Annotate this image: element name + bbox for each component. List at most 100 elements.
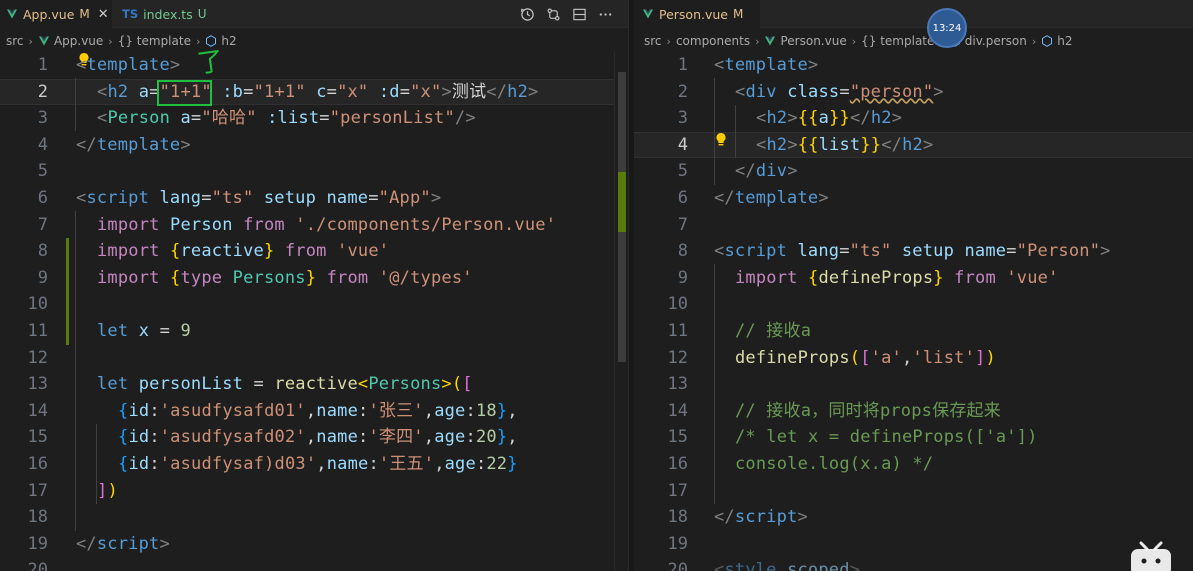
code-line: <style scoped> xyxy=(714,560,861,571)
vue-icon xyxy=(38,35,50,47)
code-line: <template> xyxy=(714,55,819,75)
line-number: 15 xyxy=(667,427,688,448)
line-number: 20 xyxy=(667,560,688,571)
indent-guide xyxy=(714,264,715,504)
code-line: </div> xyxy=(735,161,798,182)
breadcrumb-item[interactable]: h2 xyxy=(1057,34,1072,48)
breadcrumb-item[interactable]: components xyxy=(676,34,750,48)
tab-modified-badge: M xyxy=(733,7,744,21)
breadcrumb-item[interactable]: {} template xyxy=(861,34,934,48)
tab-index-ts[interactable]: TS index.ts U xyxy=(116,0,228,28)
left-editor-pane: App.vue M ✕ TS index.ts U src › App.vue … xyxy=(0,0,628,571)
line-number: 17 xyxy=(667,480,688,501)
close-icon[interactable]: ✕ xyxy=(98,7,109,22)
line-number: 18 xyxy=(667,507,688,528)
git-change-marker xyxy=(66,238,69,345)
tab-app-vue[interactable]: App.vue M ✕ xyxy=(0,0,112,28)
code-line: console.log(x.a) */ xyxy=(735,454,934,474)
code-line: /* let x = defineProps(['a']) xyxy=(735,427,1038,448)
breadcrumb-item[interactable]: Person.vue xyxy=(780,34,846,48)
breadcrumb-item[interactable]: div.person xyxy=(965,34,1027,48)
code-line: <div class="person"> xyxy=(735,81,944,102)
code-line: </script> xyxy=(714,507,808,528)
more-actions-icon[interactable] xyxy=(592,0,618,28)
code-line: </script> xyxy=(76,533,170,554)
line-number: 2 xyxy=(37,81,48,102)
line-number: 17 xyxy=(27,480,48,501)
line-number: 16 xyxy=(667,454,688,474)
timeline-icon[interactable] xyxy=(514,0,540,28)
line-number: 2 xyxy=(677,81,688,102)
line-number: 6 xyxy=(677,188,688,208)
code-editor-right[interactable]: 1 2 3 4 5 6 7 8 9 10 11 12 13 14 15 16 1… xyxy=(634,52,1193,571)
indent-guide xyxy=(735,105,736,158)
lightbulb-icon[interactable] xyxy=(714,132,728,148)
line-number: 19 xyxy=(27,533,48,554)
breadcrumb: src › components › Person.vue › {} templ… xyxy=(634,30,1193,52)
code-line: <script lang="ts" setup name="App"> xyxy=(76,188,442,208)
ts-icon: TS xyxy=(122,7,139,21)
code-line: <template> xyxy=(76,55,181,75)
line-number: 12 xyxy=(667,347,688,368)
vue-icon xyxy=(643,9,653,19)
indent-guide xyxy=(75,211,76,531)
line-number: 12 xyxy=(27,347,48,368)
code-line: <h2>{{list}}</h2> xyxy=(756,134,934,155)
vue-icon xyxy=(764,35,776,47)
code-line: {id:'asudfysaf)d03',name:'王五',age:22} xyxy=(118,454,518,474)
code-line: import {reactive} from 'vue' xyxy=(97,241,390,262)
breadcrumb-item[interactable]: src xyxy=(644,34,662,48)
code-line: // 接收a xyxy=(735,321,812,341)
chevron-right-icon: › xyxy=(666,34,671,48)
code-line: {id:'asudfysafd01',name:'张三',age:18}, xyxy=(118,400,518,421)
line-number: 15 xyxy=(27,427,48,448)
code-line: let x = 9 xyxy=(97,321,191,341)
breadcrumb-item[interactable]: {} template xyxy=(118,34,191,48)
code-line: {id:'asudfysafd02',name:'李四',age:20}, xyxy=(118,427,518,448)
split-editor-icon[interactable] xyxy=(566,0,592,28)
chevron-right-icon: › xyxy=(28,34,33,48)
line-number: 18 xyxy=(27,507,48,528)
line-number: 9 xyxy=(677,267,688,288)
compare-changes-icon[interactable] xyxy=(540,0,566,28)
line-number: 11 xyxy=(27,321,48,341)
chevron-right-icon: › xyxy=(1031,34,1037,48)
recording-timer-badge: 13:24 xyxy=(927,8,967,48)
code-line: </template> xyxy=(76,134,191,155)
code-line: import {type Persons} from '@/types' xyxy=(97,267,473,288)
breadcrumb-item[interactable]: h2 xyxy=(221,34,236,48)
vertical-scrollbar[interactable] xyxy=(614,52,628,571)
left-tab-bar: App.vue M ✕ TS index.ts U xyxy=(0,0,628,28)
line-number: 10 xyxy=(27,294,48,315)
code-line: // 接收a，同时将props保存起来 xyxy=(735,400,1001,421)
code-line: <h2>{{a}}</h2> xyxy=(756,108,903,129)
vue-icon xyxy=(7,9,17,19)
code-line: ]) xyxy=(97,480,118,501)
code-line: <Person a="哈哈" :list="personList"/> xyxy=(97,108,476,129)
annotation-box xyxy=(157,80,212,106)
tab-modified-badge: M xyxy=(79,7,90,21)
line-number: 14 xyxy=(667,400,688,421)
breadcrumb-item[interactable]: App.vue xyxy=(54,34,103,48)
code-line: defineProps(['a','list']) xyxy=(735,347,996,368)
tab-label: Person.vue xyxy=(659,6,728,22)
right-tab-bar: Person.vue M xyxy=(634,0,1193,28)
code-line: import {defineProps} from 'vue' xyxy=(735,267,1059,288)
chevron-right-icon: › xyxy=(108,34,113,48)
chevron-right-icon: › xyxy=(755,34,760,48)
tab-person-vue[interactable]: Person.vue M xyxy=(634,0,760,28)
breadcrumb-item[interactable]: src xyxy=(6,34,24,48)
line-number: 1 xyxy=(37,55,48,75)
code-editor-left[interactable]: 1 2 3 4 5 6 7 8 9 10 11 12 13 14 15 16 1… xyxy=(0,46,628,571)
right-editor-pane: Person.vue M src › components › Person.v… xyxy=(634,0,1193,571)
line-number: 4 xyxy=(677,134,688,155)
line-number: 13 xyxy=(27,374,48,395)
line-number: 11 xyxy=(667,321,688,341)
line-number: 8 xyxy=(677,241,688,262)
line-number: 19 xyxy=(667,533,688,554)
editor-actions xyxy=(514,0,618,28)
tab-label: App.vue xyxy=(23,6,75,22)
line-number: 20 xyxy=(27,560,48,571)
bilibili-icon xyxy=(1131,541,1171,571)
line-number: 13 xyxy=(667,374,688,395)
